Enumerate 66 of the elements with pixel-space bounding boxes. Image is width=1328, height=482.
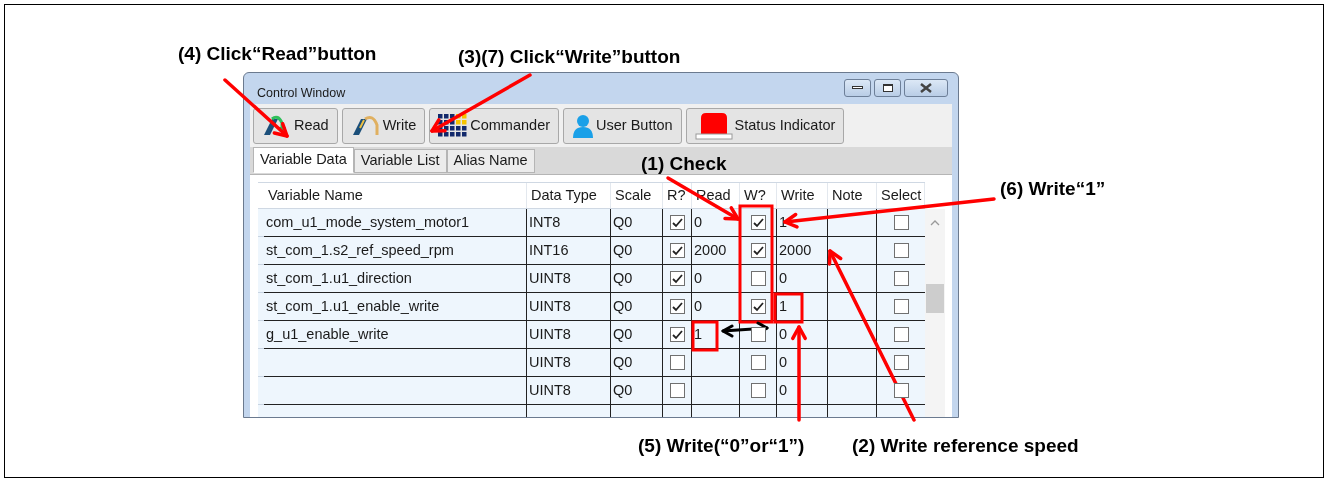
- checkbox[interactable]: [669, 299, 685, 314]
- table-row[interactable]: st_com_1.s2_ref_speed_rpm INT16 Q0 2000 2000: [258, 237, 925, 265]
- table-row[interactable]: com_u1_mode_system_motor1 INT8 Q0 0 1: [258, 209, 925, 237]
- maximize-button[interactable]: [874, 78, 901, 97]
- checkbox[interactable]: [669, 383, 685, 398]
- checkbox[interactable]: [893, 299, 909, 314]
- column-header[interactable]: Variable Name: [264, 183, 527, 208]
- double-arrow: [721, 321, 770, 338]
- column-header[interactable]: W?: [740, 183, 777, 208]
- column-header[interactable]: R?: [663, 183, 692, 208]
- user-icon: [572, 114, 595, 138]
- table-row[interactable]: st_com_1.u1_enable_write UINT8 Q0 0 1: [258, 293, 925, 321]
- tab[interactable]: Variable Data: [253, 147, 354, 173]
- checkbox[interactable]: [669, 327, 685, 342]
- checkbox[interactable]: [893, 327, 909, 342]
- highlight-frame: [691, 320, 719, 352]
- toolbar-button[interactable]: User Button: [563, 108, 682, 144]
- toolbar-button[interactable]: Write: [341, 108, 426, 144]
- checkbox[interactable]: [750, 383, 766, 398]
- callout-label: (6) Write“1”: [1000, 177, 1106, 201]
- checkbox[interactable]: [669, 355, 685, 370]
- checkbox[interactable]: [669, 271, 685, 286]
- checkbox[interactable]: [893, 271, 909, 286]
- scrollbar[interactable]: [925, 209, 945, 417]
- checkbox[interactable]: [893, 215, 909, 230]
- checkbox[interactable]: [893, 383, 909, 398]
- window-title: Control Window: [257, 85, 346, 103]
- checkbox[interactable]: [750, 271, 766, 286]
- column-header[interactable]: Note: [828, 183, 877, 208]
- checkbox[interactable]: [750, 215, 766, 230]
- write-icon: [350, 115, 381, 137]
- table-row[interactable]: UINT8 Q0 0: [258, 349, 925, 377]
- toolbar-button[interactable]: Commander: [429, 108, 560, 144]
- table-row[interactable]: st_com_1.u1_direction UINT8 Q0 0 0: [258, 265, 925, 293]
- tab[interactable]: Alias Name: [446, 149, 535, 173]
- checkbox[interactable]: [893, 243, 909, 258]
- column-header[interactable]: Select: [877, 183, 925, 208]
- checkbox[interactable]: [750, 355, 766, 370]
- checkbox[interactable]: [893, 355, 909, 370]
- checkbox[interactable]: [750, 299, 766, 314]
- minimize-button[interactable]: [844, 78, 871, 97]
- scrollbar-thumb[interactable]: [926, 284, 944, 313]
- checkbox[interactable]: [750, 327, 766, 342]
- toolbar-button[interactable]: Read: [253, 108, 338, 144]
- callout-label: (3)(7) Click“Write”button: [458, 45, 681, 69]
- table-row[interactable]: UINT8 Q0 0: [258, 377, 925, 405]
- column-header[interactable]: Write: [777, 183, 828, 208]
- callout-label: (4) Click“Read”button: [178, 42, 377, 66]
- column-header[interactable]: Data Type: [527, 183, 611, 208]
- callout-label: (1) Check: [641, 152, 727, 176]
- minimize-icon: [852, 86, 863, 89]
- grid-icon: [438, 114, 469, 138]
- callout-label: (5) Write(“0”or“1”): [638, 434, 805, 458]
- checkbox[interactable]: [669, 243, 685, 258]
- status-light-icon: [694, 112, 733, 140]
- callout-label: (2) Write reference speed: [852, 434, 1079, 458]
- close-button[interactable]: [904, 78, 948, 97]
- table-row[interactable]: g_u1_enable_write UINT8 Q0 1 0: [258, 321, 925, 349]
- toolbar-button[interactable]: Status Indicator: [685, 108, 845, 144]
- close-icon: [920, 82, 932, 93]
- tab[interactable]: Variable List: [353, 149, 447, 173]
- column-header[interactable]: Scale: [611, 183, 663, 208]
- maximize-icon: [882, 83, 893, 92]
- checkbox[interactable]: [750, 243, 766, 258]
- checkbox[interactable]: [669, 215, 685, 230]
- scroll-up-icon[interactable]: [930, 219, 940, 226]
